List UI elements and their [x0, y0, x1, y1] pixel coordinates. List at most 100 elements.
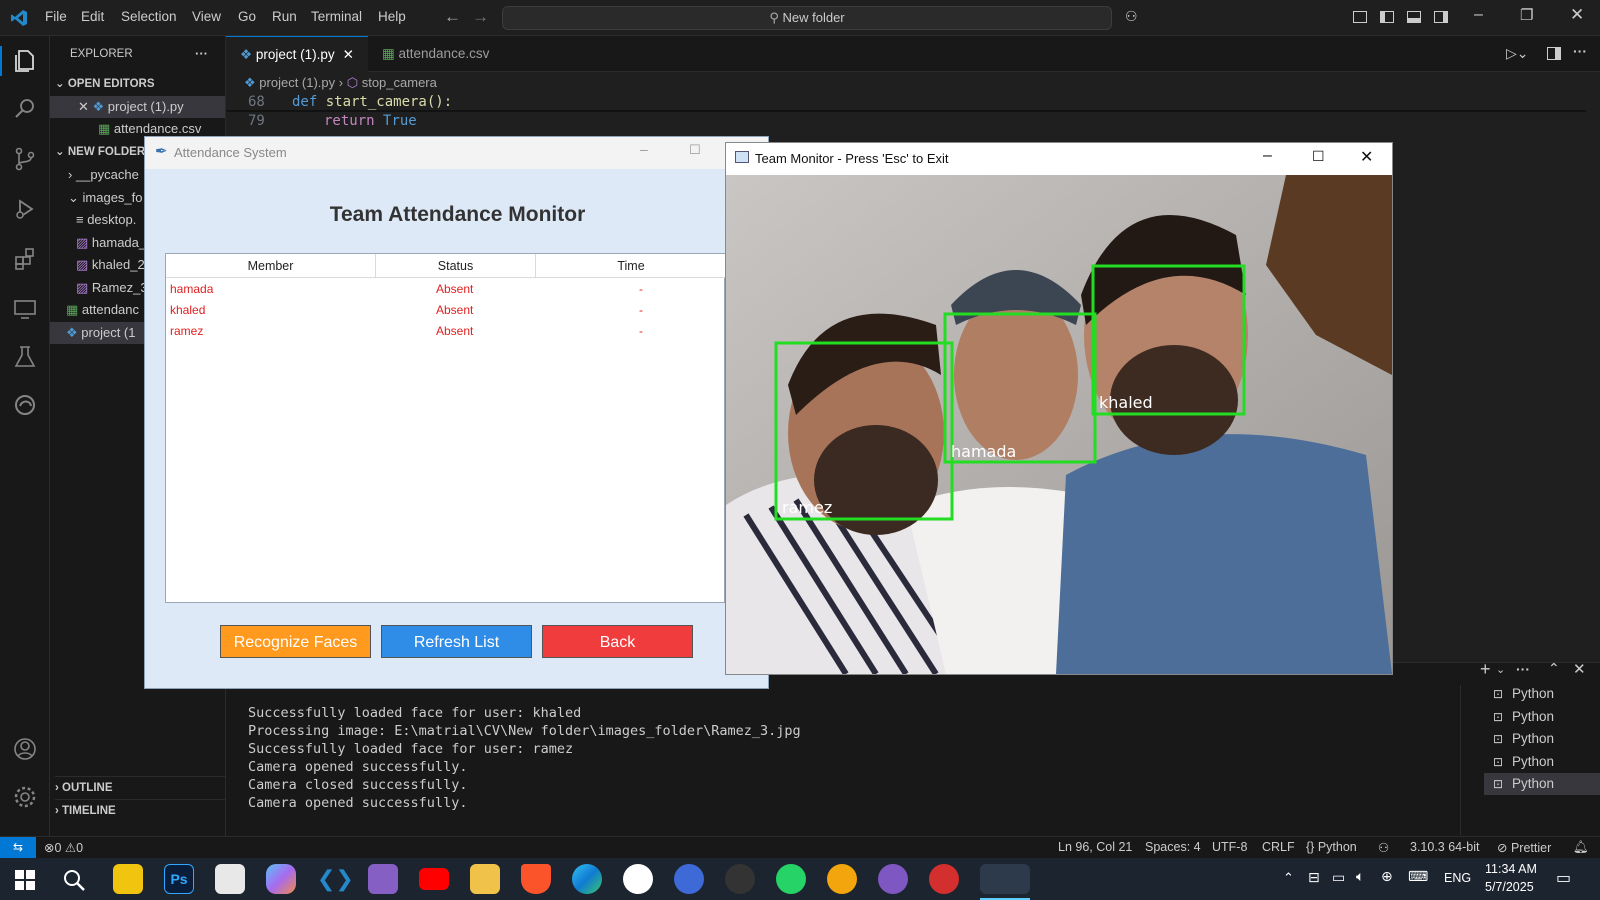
layout-toggle-icon[interactable] — [1353, 11, 1367, 23]
app-icon[interactable] — [929, 864, 959, 894]
edge-browser-icon[interactable] — [572, 864, 602, 894]
app-icon[interactable] — [674, 864, 704, 894]
new-terminal-icon[interactable]: + — [1480, 659, 1491, 680]
forward-arrow-icon[interactable]: → — [472, 7, 489, 27]
app-icon[interactable] — [725, 864, 755, 894]
copilot-status-icon[interactable]: ⚇ — [1378, 840, 1389, 855]
column-header-member[interactable]: Member — [166, 254, 376, 278]
maximize-panel-icon[interactable]: ⌃ — [1548, 660, 1560, 677]
maximize-icon[interactable]: ☐ — [1312, 148, 1325, 165]
tab-attendance[interactable]: ▦ attendance.csv — [368, 36, 508, 72]
menu-terminal[interactable]: Terminal — [311, 9, 362, 24]
terminal-instance[interactable]: ⊡ Python — [1484, 706, 1600, 728]
battery-icon[interactable]: ▭ — [1332, 869, 1345, 886]
menu-help[interactable]: Help — [378, 9, 406, 24]
restore-icon[interactable]: ❐ — [1520, 6, 1533, 24]
refresh-list-button[interactable]: Refresh List — [381, 625, 532, 658]
python-tk-taskbar-icon[interactable] — [980, 864, 1030, 894]
youtube-icon[interactable] — [419, 868, 449, 890]
volume-icon[interactable]: 🔈︎ — [1356, 868, 1364, 885]
cursor-position[interactable]: Ln 96, Col 21 — [1058, 840, 1132, 854]
network-globe-icon[interactable]: ⊕ — [1381, 868, 1393, 885]
copilot-icon[interactable]: ⚇ — [1125, 8, 1138, 25]
close-icon[interactable]: ✕ — [1570, 5, 1584, 25]
keyboard-icon[interactable]: ⌨ — [1408, 868, 1428, 885]
remote-indicator-icon[interactable]: ⇆ — [0, 837, 36, 858]
tab-project[interactable]: ❖ project (1).py ✕ — [226, 36, 368, 72]
brave-browser-icon[interactable] — [521, 864, 551, 894]
prettier-status[interactable]: ⊘ Prettier — [1497, 840, 1551, 855]
testing-icon[interactable] — [12, 344, 38, 370]
run-icon[interactable]: ▷⌄ — [1506, 45, 1529, 62]
device-icon[interactable]: ⊟ — [1308, 869, 1320, 886]
photoshop-icon[interactable]: Ps — [164, 864, 194, 894]
menu-edit[interactable]: Edit — [81, 9, 104, 24]
chatgpt-icon[interactable] — [623, 864, 653, 894]
vscode-taskbar-icon[interactable]: ❮❯ — [317, 864, 354, 894]
maximize-icon[interactable]: ☐ — [689, 142, 701, 158]
run-debug-icon[interactable] — [12, 196, 38, 222]
cell-member[interactable]: hamada — [170, 282, 213, 296]
terminal-instance[interactable]: ⊡ Python — [1484, 773, 1600, 795]
open-editors-section[interactable]: ⌄ OPEN EDITORS — [55, 73, 225, 95]
menu-go[interactable]: Go — [238, 9, 256, 24]
copilot-app-icon[interactable] — [266, 864, 296, 894]
menu-view[interactable]: View — [192, 9, 221, 24]
cell-time[interactable]: - — [639, 324, 643, 338]
extensions-icon[interactable] — [12, 246, 38, 272]
menu-run[interactable]: Run — [272, 9, 297, 24]
whatsapp-icon[interactable] — [776, 864, 806, 894]
microsoft-store-icon[interactable] — [113, 864, 143, 894]
language-mode[interactable]: {} Python — [1306, 840, 1357, 854]
cell-status[interactable]: Absent — [436, 324, 473, 338]
minimize-icon[interactable]: – — [640, 141, 648, 157]
cell-time[interactable]: - — [639, 282, 643, 296]
close-panel-icon[interactable]: ✕ — [1573, 660, 1586, 678]
explorer-icon[interactable] — [12, 48, 38, 74]
search-icon[interactable] — [12, 96, 38, 122]
panel-toggle-icon[interactable] — [1407, 11, 1421, 23]
minimize-icon[interactable]: – — [1474, 6, 1483, 24]
clock-time[interactable]: 11:34 AM — [1485, 862, 1537, 876]
more-actions-icon[interactable]: ··· — [195, 43, 215, 65]
camera-feed[interactable]: ramez hamada khaled — [726, 175, 1392, 674]
terminal-instance[interactable]: ⊡ Python — [1484, 683, 1600, 705]
problems-indicator[interactable]: ⊗0 ⚠0 — [44, 840, 83, 855]
settings-gear-icon[interactable] — [12, 784, 38, 810]
encoding[interactable]: UTF-8 — [1212, 840, 1247, 854]
app-icon[interactable] — [827, 864, 857, 894]
terminal-instance[interactable]: ⊡ Python — [1484, 728, 1600, 750]
file-explorer-icon[interactable] — [470, 864, 500, 894]
show-hidden-icons[interactable]: ⌃ — [1283, 870, 1294, 886]
windows-start-icon[interactable] — [15, 870, 35, 890]
cell-time[interactable]: - — [639, 303, 643, 317]
back-button[interactable]: Back — [542, 625, 693, 658]
breadcrumb-file[interactable]: project (1).py — [259, 75, 335, 90]
breadcrumb-symbol[interactable]: stop_camera — [362, 75, 437, 90]
column-header-time[interactable]: Time — [536, 254, 726, 278]
open-editor-item-project[interactable]: ✕ ❖ project (1).py — [50, 96, 225, 118]
remote-explorer-icon[interactable] — [12, 296, 38, 322]
more-actions-icon[interactable]: ··· — [1573, 43, 1587, 59]
close-icon[interactable]: ✕ — [1360, 147, 1373, 167]
cell-member[interactable]: ramez — [170, 324, 203, 338]
chevron-down-icon[interactable]: ⌄ — [1496, 663, 1505, 676]
close-icon[interactable]: ✕ — [343, 47, 354, 62]
recognize-faces-button[interactable]: Recognize Faces — [220, 625, 371, 658]
outline-section[interactable]: › OUTLINE — [55, 776, 225, 798]
more-actions-icon[interactable]: ··· — [1516, 661, 1530, 677]
close-icon[interactable]: ✕ — [78, 99, 93, 114]
sidebar-toggle-icon[interactable] — [1380, 11, 1394, 23]
notification-center-icon[interactable]: ▭ — [1556, 868, 1571, 888]
source-control-icon[interactable] — [12, 146, 38, 172]
clock-date[interactable]: 5/7/2025 — [1485, 880, 1534, 894]
contacts-app-icon[interactable] — [215, 864, 245, 894]
notifications-bell-icon[interactable]: 🔔︎ — [1573, 840, 1589, 855]
cell-status[interactable]: Absent — [436, 303, 473, 317]
menu-selection[interactable]: Selection — [121, 9, 177, 24]
menu-file[interactable]: File — [45, 9, 67, 24]
cell-member[interactable]: khaled — [170, 303, 205, 317]
attendance-table[interactable]: Member Status Time hamada Absent - khale… — [165, 253, 726, 603]
command-center-search[interactable]: ⚲ New folder — [502, 6, 1112, 30]
back-arrow-icon[interactable]: ← — [444, 7, 461, 27]
